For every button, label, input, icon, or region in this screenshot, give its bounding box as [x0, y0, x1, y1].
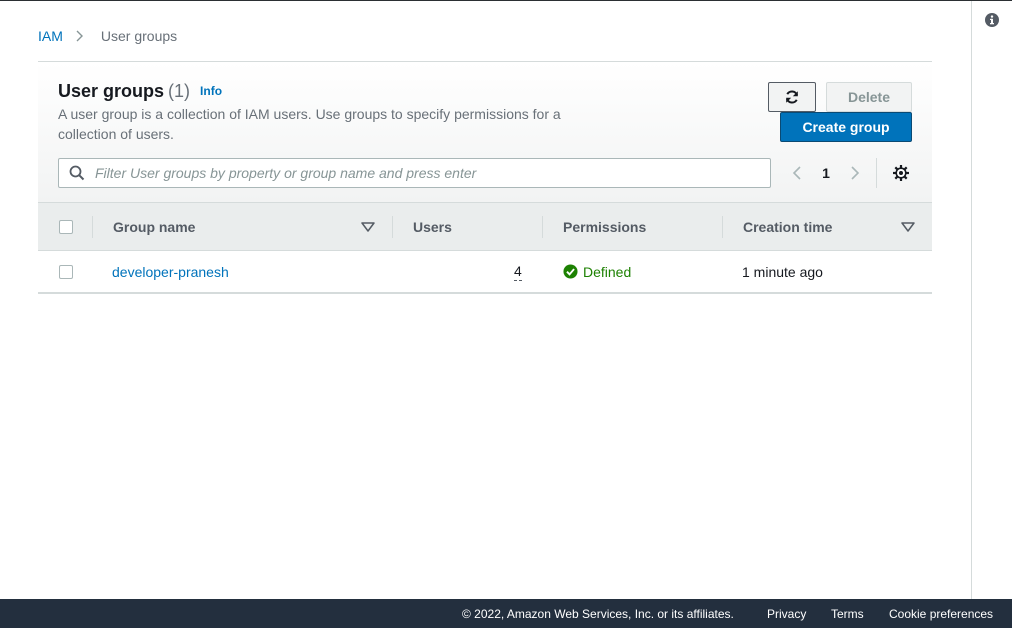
group-name-link[interactable]: developer-pranesh: [112, 264, 229, 280]
help-panel-rail: [971, 1, 1012, 599]
breadcrumb: IAM User groups: [38, 27, 177, 45]
top-border: [0, 0, 1012, 1]
refresh-button[interactable]: [768, 82, 816, 112]
refresh-icon: [786, 90, 798, 104]
users-count[interactable]: 4: [514, 263, 522, 281]
create-group-button[interactable]: Create group: [780, 112, 912, 142]
column-header-users[interactable]: Users: [413, 203, 452, 250]
page-description: A user group is a collection of IAM user…: [58, 106, 561, 142]
group-count: (1): [168, 81, 191, 101]
breadcrumb-iam-link[interactable]: IAM: [38, 28, 63, 44]
permissions-status: Defined: [563, 264, 631, 280]
footer-cookie-preferences-link[interactable]: Cookie preferences: [889, 607, 993, 621]
column-header-creation-time[interactable]: Creation time: [743, 203, 832, 250]
gear-icon[interactable]: [892, 164, 910, 182]
next-page-chevron-icon[interactable]: [846, 164, 864, 182]
pagination-divider: [876, 158, 877, 188]
chevron-right-icon: [76, 30, 83, 42]
previous-page-chevron-icon[interactable]: [788, 164, 806, 182]
footer-privacy-link[interactable]: Privacy: [767, 607, 806, 621]
footer: © 2022, Amazon Web Services, Inc. or its…: [0, 599, 1012, 628]
filter-search-box: [58, 158, 771, 188]
copyright-text: © 2022, Amazon Web Services, Inc. or its…: [462, 607, 734, 621]
table-column-headers: Group name Users Permissions Creation ti…: [38, 202, 932, 251]
column-divider: [722, 216, 723, 238]
column-header-group-name[interactable]: Group name: [113, 203, 195, 250]
footer-terms-link[interactable]: Terms: [831, 607, 864, 621]
info-circle-icon[interactable]: [984, 12, 1000, 28]
table-row: developer-pranesh 4 Defined 1 minute ago: [38, 251, 932, 294]
user-groups-table-container: User groups (1) Info A user group is a col…: [38, 61, 932, 294]
permissions-status-text: Defined: [583, 263, 632, 280]
filter-input[interactable]: [93, 164, 757, 182]
column-divider: [392, 216, 393, 238]
page-title: User groups (1) Info: [58, 81, 222, 102]
creation-time-value: 1 minute ago: [742, 263, 823, 280]
delete-button[interactable]: Delete: [826, 82, 912, 112]
check-circle-icon: [563, 264, 578, 279]
table-header-panel: User groups (1) Info A user group is a col…: [38, 62, 932, 202]
sort-down-icon[interactable]: [361, 221, 375, 233]
column-header-permissions[interactable]: Permissions: [563, 203, 646, 250]
search-icon: [69, 165, 85, 181]
column-divider: [92, 216, 93, 238]
breadcrumb-current: User groups: [100, 28, 178, 44]
current-page-number[interactable]: 1: [816, 164, 836, 182]
page-title-text: User groups: [58, 81, 165, 101]
row-select-checkbox[interactable]: [59, 265, 73, 279]
info-link[interactable]: Info: [200, 84, 222, 98]
column-divider: [542, 216, 543, 238]
sort-down-icon[interactable]: [901, 221, 915, 233]
select-all-checkbox[interactable]: [59, 220, 73, 234]
